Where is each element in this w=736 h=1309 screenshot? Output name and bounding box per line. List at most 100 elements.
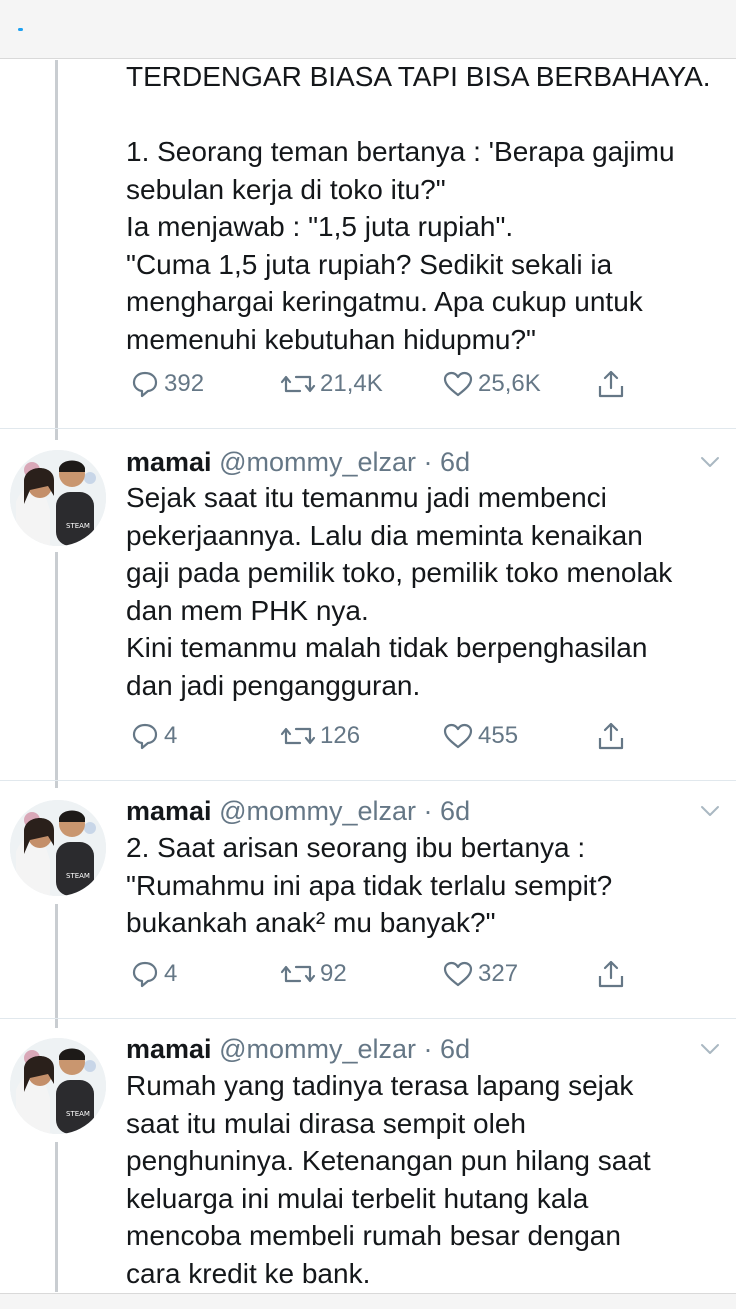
retweet-button[interactable]: 92 (280, 954, 347, 994)
thread-line (55, 552, 58, 788)
text-line (126, 96, 726, 134)
separator: · (423, 1034, 433, 1064)
retweet-icon (280, 375, 316, 393)
text-line: dan mem PHK nya. (126, 594, 369, 626)
user-handle[interactable]: @mommy_elzar (219, 447, 416, 477)
tweet-header: mamai @mommy_elzar · 6d (126, 1031, 470, 1067)
text-line: Sejak saat itu temanmu jadi membenci (126, 482, 607, 513)
reply-button[interactable]: 4 (130, 954, 177, 994)
timestamp[interactable]: 6d (440, 1034, 470, 1064)
retweet-count: 92 (320, 960, 347, 987)
text-line: Kini temanmu malah tidak berpenghasilan (126, 632, 648, 663)
like-button[interactable]: 327 (442, 954, 518, 994)
reply-button[interactable]: 392 (130, 364, 204, 404)
thread-line (55, 904, 58, 1028)
text-line: Rumah yang tadinya terasa lapang sejak (126, 1070, 634, 1101)
like-count: 327 (478, 960, 519, 987)
chevron-down-icon[interactable] (698, 799, 722, 823)
user-handle[interactable]: @mommy_elzar (219, 796, 416, 826)
avatar[interactable]: STEAM (10, 1038, 106, 1134)
text-line: 1. Seorang teman bertanya : 'Berapa gaji… (126, 136, 675, 167)
text-line: penghuninya. Ketenangan pun hilang saat (126, 1145, 651, 1176)
tweet-header: mamai @mommy_elzar · 6d (126, 793, 470, 829)
tweet-text: Rumah yang tadinya terasa lapang sejak s… (126, 1067, 726, 1292)
text-line: Ia menjawab : "1,5 juta rupiah". (126, 211, 514, 242)
reply-count: 4 (164, 722, 178, 749)
reply-icon (132, 371, 158, 398)
retweet-count: 126 (320, 722, 361, 749)
display-name[interactable]: mamai (126, 1034, 212, 1064)
reply-count: 4 (164, 960, 178, 987)
status-dot (18, 28, 23, 31)
like-button[interactable]: 25,6K (442, 364, 541, 404)
share-button[interactable] (596, 716, 630, 756)
text-line: sebulan kerja di toko itu?" (126, 173, 446, 205)
text-line: keluarga ini mulai terbelit hutang kala (126, 1182, 589, 1214)
text-line: "Rumahmu ini apa tidak terlalu sempit? (126, 869, 613, 901)
retweet-icon (280, 965, 316, 983)
retweet-button[interactable]: 21,4K (280, 364, 383, 404)
text-line: mencoba membeli rumah besar dengan (126, 1220, 621, 1251)
tweet-actions: 4 126 455 (126, 716, 646, 756)
text-line: pekerjaannya. Lalu dia meminta kenaikan (126, 519, 643, 551)
thread-line (55, 60, 58, 440)
text-line: "Cuma 1,5 juta rupiah? Sedikit sekali ia (126, 248, 613, 280)
separator: · (423, 796, 433, 826)
text-line: TERDENGAR BIASA TAPI BISA BERBAHAYA. (126, 61, 711, 92)
like-button[interactable]: 455 (442, 716, 518, 756)
text-line: memenuhi kebutuhan hidupmu?" (126, 323, 536, 355)
divider (0, 1018, 736, 1019)
tweet-text: Sejak saat itu temanmu jadi membenci pek… (126, 479, 726, 704)
display-name[interactable]: mamai (126, 447, 212, 477)
share-icon (598, 960, 624, 988)
timestamp[interactable]: 6d (440, 796, 470, 826)
text-line: gaji pada pemilik toko, pemilik toko men… (126, 557, 673, 588)
thread-line (55, 1142, 58, 1292)
like-icon (443, 961, 473, 987)
chevron-down-icon[interactable] (698, 450, 722, 474)
divider (0, 780, 736, 781)
svg-text:STEAM: STEAM (66, 522, 90, 530)
avatar-image: STEAM (10, 450, 106, 546)
like-icon (443, 723, 473, 749)
reply-count: 392 (164, 370, 205, 397)
share-button[interactable] (596, 364, 630, 404)
avatar-image: STEAM (10, 1038, 106, 1134)
tweet-actions: 4 92 327 (126, 954, 646, 994)
chevron-down-icon[interactable] (698, 1037, 722, 1061)
text-line: menghargai keringatmu. Apa cukup untuk (126, 286, 643, 317)
svg-text:STEAM: STEAM (66, 872, 90, 880)
divider (0, 428, 736, 429)
tweet-actions: 392 21,4K 25,6K (126, 364, 646, 404)
text-line: 2. Saat arisan seorang ibu bertanya : (126, 832, 586, 863)
timestamp[interactable]: 6d (440, 447, 470, 477)
reply-button[interactable]: 4 (130, 716, 177, 756)
text-line: saat itu mulai dirasa sempit oleh (126, 1107, 526, 1139)
bottom-bar (0, 1293, 736, 1309)
retweet-button[interactable]: 126 (280, 716, 360, 756)
text-line: bukankah anak² mu banyak?" (126, 907, 496, 938)
tweet-text: TERDENGAR BIASA TAPI BISA BERBAHAYA. 1. … (126, 58, 726, 358)
reply-icon (132, 961, 158, 988)
avatar[interactable]: STEAM (10, 800, 106, 896)
share-icon (598, 370, 624, 398)
tweet-text: 2. Saat arisan seorang ibu bertanya : "R… (126, 829, 726, 942)
retweet-count: 21,4K (320, 370, 383, 397)
like-count: 25,6K (478, 370, 541, 397)
share-button[interactable] (596, 954, 630, 994)
reply-icon (132, 723, 158, 750)
tweet-header: mamai @mommy_elzar · 6d (126, 444, 470, 480)
avatar[interactable]: STEAM (10, 450, 106, 546)
user-handle[interactable]: @mommy_elzar (219, 1034, 416, 1064)
text-line: dan jadi pengangguran. (126, 669, 421, 701)
separator: · (423, 447, 433, 477)
avatar-image: STEAM (10, 800, 106, 896)
top-bar (0, 0, 736, 59)
like-count: 455 (478, 722, 519, 749)
svg-text:STEAM: STEAM (66, 1110, 90, 1118)
display-name[interactable]: mamai (126, 796, 212, 826)
text-line: cara kredit ke bank. (126, 1257, 371, 1289)
share-icon (598, 722, 624, 750)
like-icon (443, 371, 473, 397)
retweet-icon (280, 727, 316, 745)
